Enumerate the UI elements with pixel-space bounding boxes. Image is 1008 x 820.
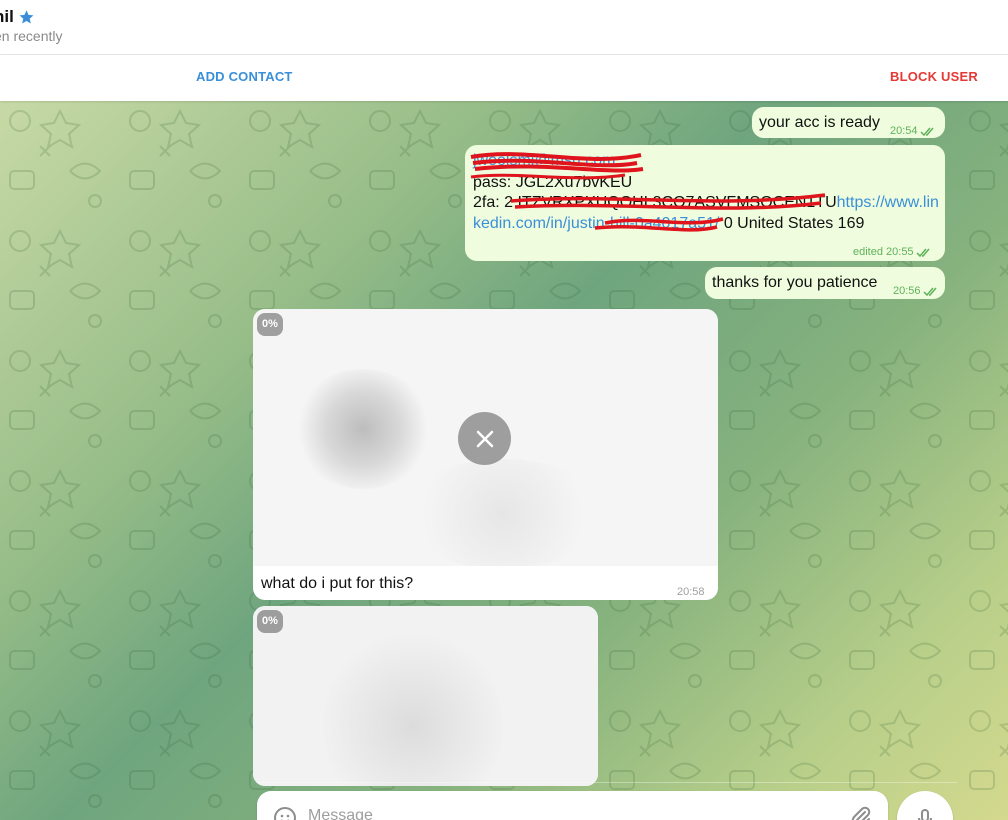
message-time-text: edited 20:55 [853,246,914,258]
download-progress-badge: 0% [257,313,283,336]
blur-shape [293,369,433,489]
message-time-text: 20:54 [890,125,918,137]
message-caption: what do i put for this? [261,575,414,592]
chat-header[interactable]: hil en recently [0,0,1008,55]
message-bubble-outgoing[interactable]: thanks for you patience 20:56 [705,267,945,299]
add-contact-button[interactable]: ADD CONTACT [196,69,293,84]
double-check-icon [916,248,930,257]
message-bubble-incoming-media[interactable]: 0% what do i put for this? 20:58 [253,309,718,600]
message-bubble-outgoing[interactable]: your acc is ready 20:54 [752,107,945,138]
message-input[interactable] [308,807,828,820]
chat-title: hil [0,7,35,27]
cancel-download-button[interactable] [458,412,511,465]
chat-title-text: hil [0,7,14,26]
message-time: 20:58 [677,586,705,598]
media-preview-blurred[interactable]: 0% [253,309,718,566]
paperclip-icon[interactable] [849,805,873,820]
message-composer[interactable] [257,791,888,820]
message-time: 20:56 [893,281,939,302]
media-preview-blurred[interactable]: 0% [253,606,598,786]
message-bubble-outgoing[interactable]: jwoolsmi@msn.com pass: JGL2Xu7bvKEU 2fa:… [465,145,945,261]
composer-divider [257,782,957,783]
message-time: 20:54 [890,121,936,142]
message-time: edited 20:55 [853,242,932,263]
verified-star-icon [19,9,34,23]
message-time-text: 20:56 [893,285,921,297]
microphone-icon [918,809,932,820]
blur-shape [403,459,603,566]
contact-action-bar: ADD CONTACT BLOCK USER [0,55,1008,101]
double-check-icon [923,287,937,296]
emoji-icon[interactable] [273,806,297,820]
block-user-button[interactable]: BLOCK USER [890,69,978,84]
blur-shape [323,626,503,786]
message-text: thanks for you patience [712,274,878,291]
close-icon [476,430,493,447]
message-bubble-incoming-media[interactable]: 0% [253,606,598,786]
message-text: your acc is ready [759,114,880,131]
last-seen-status: en recently [0,28,63,44]
double-check-icon [920,127,934,136]
download-progress-badge: 0% [257,610,283,633]
